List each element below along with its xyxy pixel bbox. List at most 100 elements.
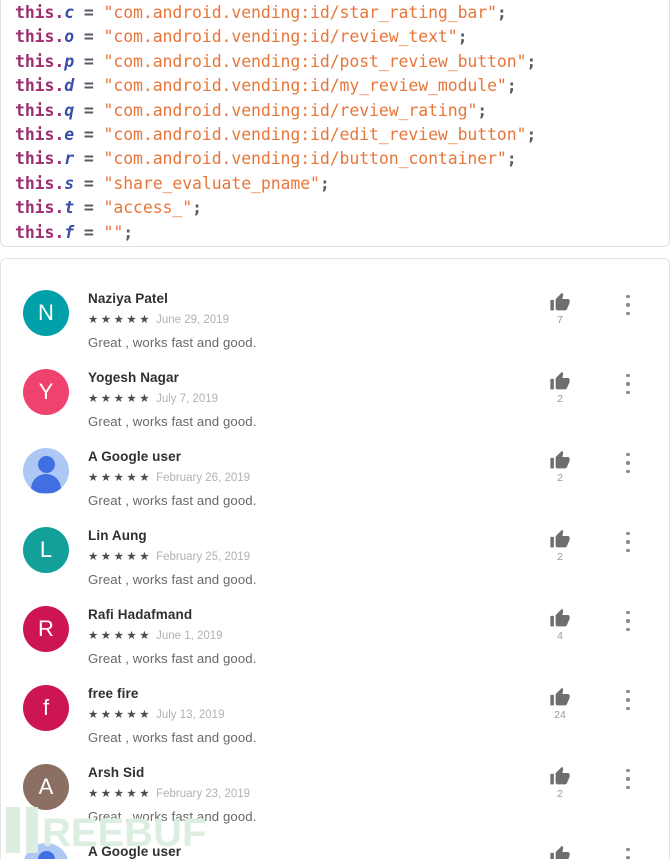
review-date: February 23, 2019 [156, 788, 251, 801]
app-reviews-panel[interactable]: Great , works fast and good. N Naziya Pat… [0, 258, 670, 859]
review-overflow-menu-icon[interactable] [619, 847, 637, 859]
code-token-string: "com.android.vending:id/review_rating" [103, 100, 478, 120]
review-actions: 24 [527, 687, 637, 733]
review-meta: ★★★★★ June 1, 2019 [88, 630, 223, 644]
code-token-string: "" [103, 222, 124, 242]
review-body-text: Great , works fast and good. [88, 335, 257, 350]
code-line: this.q = "com.android.vending:id/review_… [15, 99, 669, 123]
avatar-person-body-icon [31, 474, 61, 493]
review-date: July 13, 2019 [156, 709, 225, 722]
review-row[interactable]: A Arsh Sid ★★★★★ February 23, 2019 Great , w… [1, 752, 669, 831]
review-row[interactable]: A Google user ★★★★★ February 26, 2019 Great… [1, 436, 669, 515]
code-token-assign: = [74, 3, 104, 22]
avatar: N [23, 290, 69, 336]
review-row-partial: Great , works fast and good. [1, 259, 669, 278]
review-body-text: Great , works fast and good. [88, 572, 257, 587]
code-token-property: d [64, 76, 75, 96]
code-token-semicolon: ; [319, 173, 330, 193]
code-token-dot: . [54, 125, 65, 145]
code-token-object: this [15, 76, 55, 96]
code-token-object: this [15, 100, 55, 120]
code-token-object: this [15, 198, 55, 218]
code-token-object: this [15, 51, 55, 71]
code-line: this.r = "com.android.vending:id/button_… [15, 147, 669, 171]
code-token-assign: = [74, 51, 104, 71]
review-actions: 7 [527, 292, 637, 338]
avatar-initial: Y [38, 379, 54, 404]
code-token-string: "com.android.vending:id/my_review_module… [103, 76, 507, 96]
code-token-assign: = [74, 173, 104, 193]
avatar-person-head-icon [37, 851, 55, 859]
review-meta: ★★★★★ July 13, 2019 [88, 709, 224, 723]
helpful-count: 4 [557, 630, 563, 642]
review-meta: ★★★★★ February 25, 2019 [88, 551, 250, 565]
review-row[interactable]: A Google user★★★★★February 23, 2019 [1, 831, 669, 859]
review-overflow-menu-icon[interactable] [619, 531, 637, 553]
thumbs-up-icon[interactable] [549, 845, 571, 859]
thumbs-up-icon[interactable] [549, 608, 571, 629]
thumbs-up-icon[interactable] [549, 292, 571, 313]
review-row[interactable]: L Lin Aung ★★★★★ February 25, 2019 Great , w… [1, 515, 669, 594]
helpful-count: 24 [554, 709, 566, 721]
code-token-string: "com.android.vending:id/review_text" [103, 27, 458, 47]
review-overflow-menu-icon[interactable] [619, 452, 637, 474]
avatar: L [23, 527, 69, 573]
thumbs-up-icon[interactable] [549, 529, 571, 550]
helpful-button[interactable]: 24 [543, 687, 577, 721]
code-token-assign: = [74, 100, 104, 120]
review-date: February 26, 2019 [156, 472, 251, 485]
thumbs-up-icon[interactable] [549, 766, 571, 787]
helpful-button[interactable] [543, 845, 577, 859]
review-overflow-menu-icon[interactable] [619, 689, 637, 711]
helpful-button[interactable]: 2 [543, 450, 577, 484]
code-token-assign: = [74, 125, 104, 145]
code-token-dot: . [54, 3, 65, 22]
code-token-object: this [15, 149, 55, 169]
helpful-button[interactable]: 2 [543, 766, 577, 800]
reviewer-name: Naziya Patel [88, 291, 168, 306]
reviewer-name: free fire [88, 686, 139, 701]
code-token-string: "com.android.vending:id/edit_review_butt… [103, 125, 527, 145]
code-line: this.c = "com.android.vending:id/star_ra… [15, 1, 669, 25]
review-date: June 1, 2019 [156, 630, 223, 643]
star-rating: ★★★★★ [88, 788, 153, 801]
code-token-string: "com.android.vending:id/button_container… [103, 149, 507, 169]
avatar-initial: R [38, 616, 54, 641]
review-actions: 2 [527, 450, 637, 496]
review-body-text: Great , works fast and good. [88, 730, 257, 745]
code-token-object: this [15, 125, 55, 145]
thumbs-up-icon[interactable] [549, 687, 571, 708]
reviewer-name: Arsh Sid [88, 765, 145, 780]
code-token-dot: . [54, 27, 65, 47]
review-overflow-menu-icon[interactable] [619, 294, 637, 316]
code-token-property: r [64, 149, 75, 169]
helpful-button[interactable]: 4 [543, 608, 577, 642]
code-token-dot: . [54, 222, 65, 242]
review-row[interactable]: Y Yogesh Nagar ★★★★★ July 7, 2019 Great , wo… [1, 357, 669, 436]
review-date: February 25, 2019 [156, 551, 251, 564]
star-rating: ★★★★★ [88, 472, 153, 485]
code-token-property: o [64, 27, 75, 47]
helpful-button[interactable]: 2 [543, 371, 577, 405]
helpful-button[interactable]: 2 [543, 529, 577, 563]
code-token-property: e [64, 125, 75, 145]
review-row[interactable]: R Rafi Hadafmand ★★★★★ June 1, 2019 Great , … [1, 594, 669, 673]
review-overflow-menu-icon[interactable] [619, 373, 637, 395]
review-row[interactable]: N Naziya Patel ★★★★★ June 29, 2019 Great , w… [1, 278, 669, 357]
code-token-string: "com.android.vending:id/star_rating_bar" [103, 3, 497, 22]
review-meta: ★★★★★ June 29, 2019 [88, 314, 229, 328]
helpful-count: 2 [557, 551, 563, 563]
avatar: R [23, 606, 69, 652]
thumbs-up-icon[interactable] [549, 450, 571, 471]
review-actions [527, 845, 637, 859]
review-body-text: Great , works fast and good. [88, 493, 257, 508]
helpful-button[interactable]: 7 [543, 292, 577, 326]
review-overflow-menu-icon[interactable] [619, 768, 637, 790]
code-token-semicolon: ; [192, 198, 202, 218]
code-token-semicolon: ; [506, 76, 517, 96]
review-meta: ★★★★★ February 23, 2019 [88, 788, 250, 802]
thumbs-up-icon[interactable] [549, 371, 571, 392]
review-row[interactable]: f free fire ★★★★★ July 13, 2019 Great , work… [1, 673, 669, 752]
review-overflow-menu-icon[interactable] [619, 610, 637, 632]
code-token-semicolon: ; [496, 3, 507, 22]
